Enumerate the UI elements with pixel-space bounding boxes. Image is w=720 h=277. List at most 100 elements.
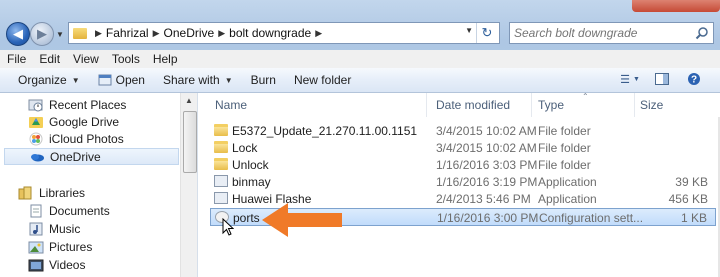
file-size: 1 KB	[680, 211, 707, 225]
burn-label: Burn	[250, 73, 276, 87]
forward-button[interactable]: ▶	[30, 22, 54, 46]
column-divider[interactable]	[531, 93, 532, 117]
chevron-right-icon[interactable]: ▶	[311, 28, 326, 39]
nav-item-onedrive[interactable]: OneDrive	[4, 148, 179, 165]
file-row[interactable]: Lock 3/4/2015 10:02 AM File folder	[210, 139, 716, 156]
close-button[interactable]	[632, 0, 720, 12]
breadcrumb-onedrive[interactable]: OneDrive	[164, 26, 215, 40]
refresh-icon[interactable]: ↻	[476, 23, 497, 43]
navigation-pane: Recent Places Google Drive iCloud Photos…	[0, 93, 198, 277]
nav-item-documents[interactable]: Documents	[28, 202, 110, 219]
share-with-label: Share with	[162, 73, 220, 87]
file-row[interactable]: Unlock 1/16/2016 3:03 PM File folder	[210, 156, 716, 173]
breadcrumb-bolt-downgrade[interactable]: bolt downgrade	[229, 26, 311, 40]
music-icon	[28, 222, 44, 236]
nav-scrollbar[interactable]: ▲	[180, 93, 197, 277]
nav-item-pictures[interactable]: Pictures	[28, 238, 92, 255]
nav-label: Documents	[49, 203, 110, 218]
chevron-right-icon[interactable]: ▶	[91, 28, 106, 39]
file-date: 1/16/2016 3:03 PM	[436, 158, 538, 172]
open-button[interactable]: Open	[89, 73, 154, 87]
file-date: 3/4/2015 10:02 AM	[436, 141, 537, 155]
nav-item-libraries[interactable]: Libraries	[18, 184, 85, 201]
help-button[interactable]: ?	[686, 72, 702, 86]
nav-label: Google Drive	[49, 114, 120, 129]
file-type: File folder	[538, 124, 591, 138]
share-with-button[interactable]: Share with ▼	[154, 73, 242, 87]
burn-button[interactable]: Burn	[242, 73, 285, 87]
application-icon	[214, 192, 228, 204]
file-type: Application	[538, 192, 597, 206]
file-type: Application	[538, 175, 597, 189]
menu-help[interactable]: Help	[146, 52, 184, 66]
chevron-down-icon: ▼	[224, 75, 233, 85]
recent-places-icon	[28, 98, 44, 112]
column-header-type[interactable]: Type	[538, 93, 564, 117]
column-divider[interactable]	[426, 93, 427, 117]
help-icon: ?	[688, 73, 700, 86]
address-bar[interactable]: ▶ Fahrizal ▶ OneDrive ▶ bolt downgrade ▶…	[68, 22, 500, 44]
file-row[interactable]: E5372_Update_21.270.11.00.1151 3/4/2015 …	[210, 122, 716, 139]
file-date: 2/4/2013 5:46 PM	[436, 192, 531, 206]
libraries-icon	[18, 186, 34, 200]
recent-pages-dropdown[interactable]: ▼	[56, 30, 64, 39]
documents-icon	[28, 204, 44, 218]
chevron-down-icon[interactable]: ▼	[465, 26, 473, 35]
scroll-up-icon[interactable]: ▲	[185, 96, 193, 105]
breadcrumb-fahrizal[interactable]: Fahrizal	[106, 26, 149, 40]
preview-pane-icon	[655, 73, 669, 85]
nav-item-videos[interactable]: Videos	[28, 256, 85, 273]
column-header-name[interactable]: Name	[215, 93, 247, 117]
change-view-button[interactable]: ☰ ▼	[620, 72, 640, 86]
nav-label: Music	[49, 221, 81, 236]
pictures-icon	[28, 240, 44, 254]
file-size: 456 KB	[668, 192, 708, 206]
menu-tools[interactable]: Tools	[105, 52, 146, 66]
file-name: Unlock	[232, 158, 269, 172]
column-header-size[interactable]: Size	[640, 93, 663, 117]
chevron-right-icon[interactable]: ▶	[214, 28, 229, 39]
chevron-right-icon[interactable]: ▶	[149, 28, 164, 39]
preview-pane-button[interactable]	[654, 72, 670, 86]
file-name: binmay	[232, 175, 271, 189]
column-header-date[interactable]: Date modified	[436, 93, 510, 117]
arrow-right-icon: ▶	[37, 26, 47, 41]
new-folder-button[interactable]: New folder	[285, 73, 360, 87]
organize-button[interactable]: Organize ▼	[0, 73, 89, 87]
videos-icon	[28, 258, 44, 272]
view-list-icon: ☰	[620, 73, 630, 86]
menu-view[interactable]: View	[66, 52, 105, 66]
file-date: 1/16/2016 3:19 PM	[436, 175, 538, 189]
annotation-arrow-icon	[262, 203, 342, 237]
menu-edit[interactable]: Edit	[32, 52, 66, 66]
sort-indicator-icon: ⌃	[582, 92, 589, 101]
application-icon	[214, 175, 228, 187]
file-name: ports	[233, 211, 260, 225]
file-date: 1/16/2016 3:00 PM	[437, 211, 539, 225]
view-tools: ☰ ▼ ?	[620, 72, 702, 86]
search-box[interactable]	[509, 22, 714, 44]
folder-icon	[214, 124, 228, 136]
folder-icon	[73, 27, 87, 39]
menu-bar: File Edit View Tools Help	[0, 50, 720, 69]
new-folder-label: New folder	[293, 73, 352, 87]
nav-item-recent-places[interactable]: Recent Places	[28, 96, 126, 113]
open-label: Open	[115, 73, 145, 87]
menu-file[interactable]: File	[0, 52, 32, 66]
file-row[interactable]: binmay 1/16/2016 3:19 PM Application 39 …	[210, 173, 716, 190]
file-name: E5372_Update_21.270.11.00.1151	[232, 124, 418, 138]
organize-label: Organize	[18, 73, 67, 87]
nav-item-google-drive[interactable]: Google Drive	[28, 113, 119, 130]
nav-item-music[interactable]: Music	[28, 220, 80, 237]
scrollbar-thumb[interactable]	[183, 111, 197, 173]
file-name: Lock	[232, 141, 258, 155]
arrow-left-icon: ◀	[13, 26, 23, 41]
onedrive-icon	[29, 150, 45, 164]
folder-icon	[214, 158, 228, 170]
search-input[interactable]	[510, 25, 696, 41]
search-icon[interactable]	[695, 26, 709, 40]
nav-item-icloud-photos[interactable]: iCloud Photos	[28, 130, 124, 147]
nav-label: Videos	[49, 257, 86, 272]
back-button[interactable]: ◀	[6, 22, 30, 46]
column-divider[interactable]	[634, 93, 635, 117]
